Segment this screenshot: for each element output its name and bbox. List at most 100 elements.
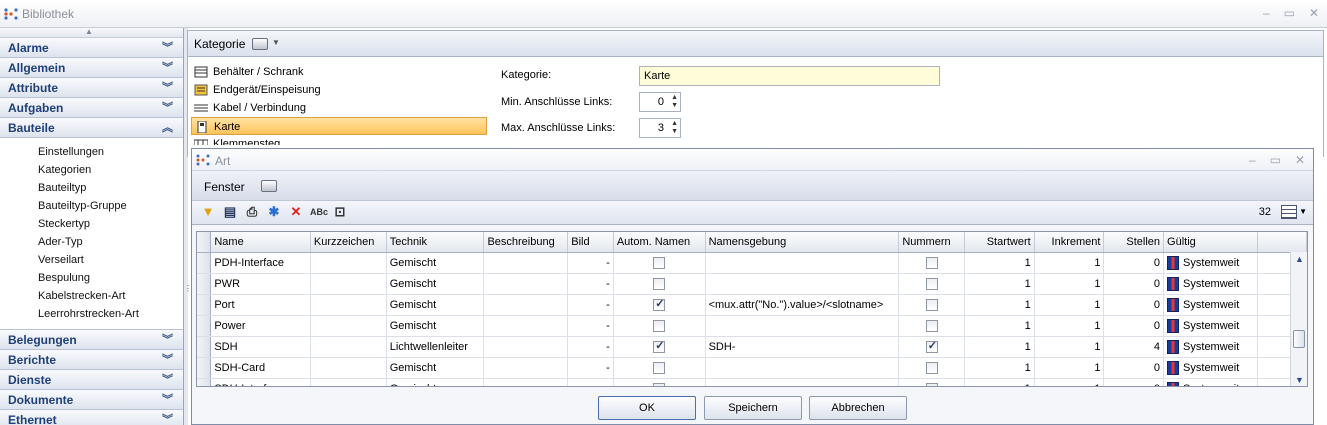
scroll-up-icon[interactable]: ▲: [1295, 254, 1304, 264]
table-row[interactable]: Port Gemischt - <mux.attr("No.").value>/<sl…: [197, 294, 1307, 316]
dropdown-caret-icon[interactable]: ▼: [1299, 207, 1307, 216]
nav-group-bauteile[interactable]: Bauteile ︽: [0, 118, 183, 138]
chevron-expand-icon[interactable]: ︾: [162, 410, 173, 425]
column-header-startwert[interactable]: Startwert: [964, 232, 1035, 253]
autom-namen-checkbox[interactable]: [653, 297, 666, 311]
nav-item-bauteiltyp[interactable]: Bauteiltyp: [0, 179, 183, 197]
column-header-beschreibung[interactable]: Beschreibung: [483, 232, 569, 253]
column-header-technik[interactable]: Technik: [386, 232, 485, 253]
column-header-kurzzeichen[interactable]: Kurzzeichen: [310, 232, 387, 253]
chevron-expand-icon[interactable]: ︾: [162, 78, 173, 98]
column-header-bild[interactable]: Bild: [567, 232, 614, 253]
nav-group-alarme[interactable]: Alarme ︾: [0, 38, 183, 58]
minimize-icon[interactable]: –: [1263, 6, 1270, 20]
chevron-expand-icon[interactable]: ︾: [162, 370, 173, 390]
autom-namen-checkbox[interactable]: [653, 339, 666, 353]
chevron-expand-icon[interactable]: ︾: [162, 98, 173, 118]
spinner-arrows-icon[interactable]: ▲ ▼: [671, 120, 678, 136]
new-record-icon[interactable]: ✱: [266, 204, 282, 220]
nav-group-berichte[interactable]: Berichte ︾: [0, 350, 183, 370]
table-row[interactable]: PDH-Interface Gemischt -1 1 0 Systemweit: [197, 252, 1307, 274]
grid-layout-icon[interactable]: [1281, 205, 1297, 219]
autom-namen-checkbox[interactable]: [653, 277, 666, 290]
nav-group-ethernet[interactable]: Ethernet ︾: [0, 410, 183, 425]
column-header-nummern[interactable]: Nummern: [898, 232, 966, 253]
nav-item-verseilart[interactable]: Verseilart: [0, 251, 183, 269]
maximize-icon[interactable]: ▭: [1284, 6, 1295, 20]
table-row[interactable]: SDHLichtwellenleiter-SDH-114Systemweit: [197, 336, 1307, 358]
column-header-gültig[interactable]: Gültig: [1163, 232, 1258, 253]
category-item[interactable]: Kabel / Verbindung: [191, 99, 487, 117]
nav-item-kabelstrecken-art[interactable]: Kabelstrecken-Art: [0, 287, 183, 305]
nav-collapse-handle[interactable]: ▲: [0, 28, 183, 38]
max-links-spinner[interactable]: 3 ▲ ▼: [639, 118, 681, 138]
scroll-down-icon[interactable]: ▼: [1295, 375, 1304, 385]
nav-item-bauteiltyp-gruppe[interactable]: Bauteiltyp-Gruppe: [0, 197, 183, 215]
chevron-expand-icon[interactable]: ︾: [162, 390, 173, 410]
form-view-icon[interactable]: ▤: [222, 204, 238, 220]
category-item[interactable]: Behälter / Schrank: [191, 63, 487, 81]
nav-group-dokumente[interactable]: Dokumente ︾: [0, 390, 183, 410]
column-header-stellen[interactable]: Stellen: [1103, 232, 1165, 253]
printer-icon[interactable]: [261, 180, 277, 192]
close-icon[interactable]: ✕: [1295, 153, 1305, 167]
save-button[interactable]: Speichern: [704, 396, 802, 420]
cancel-button[interactable]: Abbrechen: [809, 396, 907, 420]
delete-icon[interactable]: ✕: [288, 204, 304, 220]
filter-icon[interactable]: ▼: [200, 204, 216, 220]
chevron-expand-icon[interactable]: ︾: [162, 38, 173, 58]
nummern-checkbox[interactable]: [925, 319, 938, 332]
menu-fenster[interactable]: Fenster: [204, 180, 245, 194]
column-fit-icon[interactable]: ⊡: [332, 204, 348, 220]
row-indicator[interactable]: [197, 357, 212, 379]
grid-vertical-scrollbar[interactable]: ▲ ▼: [1290, 252, 1307, 386]
category-item[interactable]: Klemmensteg: [191, 135, 487, 145]
nav-item-bespulung[interactable]: Bespulung: [0, 269, 183, 287]
chevron-expand-icon[interactable]: ︾: [162, 330, 173, 350]
category-item[interactable]: Endgerät/Einspeisung: [191, 81, 487, 99]
nav-group-aufgaben[interactable]: Aufgaben ︾: [0, 98, 183, 118]
nav-item-kategorien[interactable]: Kategorien: [0, 161, 183, 179]
table-row[interactable]: SDH-Card Gemischt -1 1 0 Systemweit: [197, 357, 1307, 379]
autom-namen-checkbox[interactable]: [653, 361, 666, 374]
chevron-expand-icon[interactable]: ︾: [162, 350, 173, 370]
column-header-autom-namen[interactable]: Autom. Namen: [613, 232, 706, 253]
ok-button[interactable]: OK: [598, 396, 696, 420]
min-links-spinner[interactable]: 0 ▲ ▼: [639, 92, 681, 112]
nav-group-dienste[interactable]: Dienste ︾: [0, 370, 183, 390]
print-preview-icon[interactable]: ⎙: [244, 204, 260, 220]
nummern-checkbox[interactable]: [925, 361, 938, 374]
nummern-checkbox[interactable]: [925, 298, 938, 311]
minimize-icon[interactable]: –: [1249, 153, 1256, 167]
chevron-expand-icon[interactable]: ︾: [162, 58, 173, 78]
table-row[interactable]: PWR Gemischt -1 1 0 Systemweit: [197, 273, 1307, 295]
row-indicator[interactable]: [197, 252, 212, 274]
nav-item-ader-typ[interactable]: Ader-Typ: [0, 233, 183, 251]
nav-group-allgemein[interactable]: Allgemein ︾: [0, 58, 183, 78]
row-indicator[interactable]: [197, 273, 212, 295]
nav-group-attribute[interactable]: Attribute ︾: [0, 78, 183, 98]
autom-namen-checkbox[interactable]: [653, 319, 666, 332]
chevron-collapse-icon[interactable]: ︽: [162, 118, 173, 138]
nummern-checkbox[interactable]: [925, 339, 938, 353]
nummern-checkbox[interactable]: [925, 277, 938, 290]
nummern-checkbox[interactable]: [925, 256, 938, 269]
close-icon[interactable]: ✕: [1309, 6, 1319, 20]
row-indicator[interactable]: [197, 336, 212, 358]
category-item[interactable]: Karte: [191, 117, 487, 135]
kategorie-field[interactable]: Karte: [639, 66, 940, 86]
column-header-inkrement[interactable]: Inkrement: [1034, 232, 1105, 253]
scroll-thumb[interactable]: [1293, 330, 1305, 348]
dropdown-caret-icon[interactable]: ▼: [272, 38, 280, 47]
spellcheck-icon[interactable]: ABc: [310, 204, 328, 220]
nav-item-leerrohrstrecken-art[interactable]: Leerrohrstrecken-Art: [0, 305, 183, 323]
nav-group-belegungen[interactable]: Belegungen ︾: [0, 330, 183, 350]
row-indicator[interactable]: [197, 315, 212, 337]
row-indicator[interactable]: [197, 294, 212, 316]
nav-item-steckertyp[interactable]: Steckertyp: [0, 215, 183, 233]
table-row[interactable]: Power Gemischt -1 1 0 Systemweit: [197, 315, 1307, 337]
nav-item-einstellungen[interactable]: Einstellungen: [0, 143, 183, 161]
autom-namen-checkbox[interactable]: [653, 256, 666, 269]
column-header-namensgebung[interactable]: Namensgebung: [705, 232, 900, 253]
printer-icon[interactable]: [252, 38, 268, 50]
